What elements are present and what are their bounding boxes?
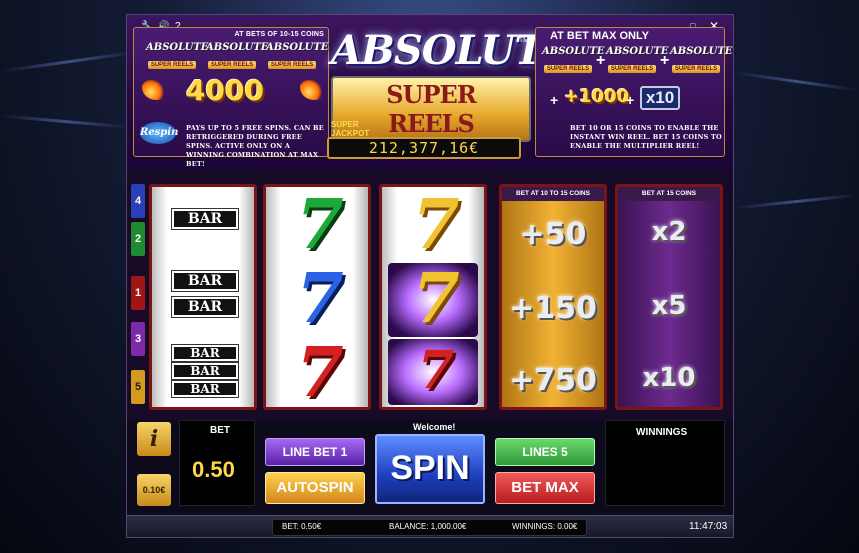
info-button[interactable]: i [137, 422, 171, 456]
free-spins-info-panel: AT BETS OF 10-15 COINS ABSOLUTE SUPER REE… [133, 27, 329, 168]
mini-logo: ABSOLUTE SUPER REELS [542, 46, 605, 73]
payline-tab[interactable]: 5 [131, 370, 145, 404]
reel-3: 7 7 7 [379, 184, 487, 410]
autospin-button[interactable]: AUTOSPIN [265, 472, 365, 504]
instant-win-value: +750 [509, 363, 597, 398]
bet-value: 0.50 [192, 457, 235, 482]
top-panel: 🔧 🔊 ? □ ✕ AT BETS OF 10-15 COINS ABSOLUT… [127, 15, 733, 170]
bar-symbol: BAR [171, 208, 239, 230]
bar-symbol: BAR [171, 296, 239, 318]
gold-seven-symbol: 7 [412, 259, 460, 339]
bar-symbol: BAR [171, 380, 239, 398]
mini-logo: ABSOLUTE SUPER REELS [206, 42, 269, 69]
game-window: 🔧 🔊 ? □ ✕ AT BETS OF 10-15 COINS ABSOLUT… [126, 14, 734, 538]
spin-button[interactable]: SPIN [375, 434, 485, 504]
gold-seven-symbol: 7 [412, 185, 460, 265]
mini-logo: ABSOLUTE SUPER REELS [266, 42, 329, 69]
reel-area: 4 2 1 3 5 BAR BAR BAR BAR BAR BAR 7 7 7 … [127, 170, 733, 420]
instant-win-value: +150 [509, 291, 597, 326]
instant-win-value: +50 [519, 217, 587, 252]
status-bet: BET: 0.50€ [282, 522, 322, 531]
jackpot-value: 212,377,16€ [327, 137, 521, 159]
status-bar: BET: 0.50€ BALANCE: 1,000.00€ WINNINGS: … [127, 515, 733, 537]
bet-label: BET [210, 425, 230, 436]
coin-value-button[interactable]: 0.10€ [137, 474, 171, 506]
payline-tab[interactable]: 4 [131, 184, 145, 218]
bar-symbol: BAR [171, 270, 239, 292]
mini-logo: ABSOLUTE SUPER REELS [146, 42, 209, 69]
free-spins-amount: 4000 [186, 74, 264, 107]
respin-logo: Respin [140, 122, 178, 144]
red-seven-symbol: 7 [296, 333, 344, 413]
jackpot-label: SUPER JACKPOT [331, 120, 370, 138]
status-winnings: WINNINGS: 0.00€ [512, 522, 578, 531]
bet-max-button[interactable]: BET MAX [495, 472, 595, 504]
plus-sign: + [596, 52, 606, 69]
payline-tab[interactable]: 1 [131, 276, 145, 310]
instant-win-reel: BET AT 10 TO 15 COINS +50 +150 +750 [499, 184, 607, 410]
green-seven-symbol: 7 [296, 185, 344, 265]
free-spins-description: PAYS UP TO 5 FREE SPINS. CAN BE RETRIGGE… [186, 124, 324, 168]
blue-seven-symbol: 7 [296, 259, 344, 339]
bar-symbol: BAR [171, 344, 239, 362]
winnings-label: WINNINGS [636, 427, 688, 438]
bet-display: BET 0.50 [179, 420, 255, 506]
multiplier-value: x10 [642, 363, 696, 393]
payline-tab[interactable]: 3 [131, 322, 145, 356]
status-balance: BALANCE: 1,000.00€ [389, 522, 467, 531]
line-bet-button[interactable]: LINE BET 1 [265, 438, 365, 466]
plus-sign: + [626, 92, 635, 108]
payline-tab[interactable]: 2 [131, 222, 145, 256]
winnings-display: WINNINGS [605, 420, 725, 506]
logo-title: ABSOLUTE [331, 27, 574, 74]
bet-max-description: BET 10 OR 15 COINS TO ENABLE THE INSTANT… [570, 124, 722, 150]
reel-1: BAR BAR BAR BAR BAR BAR [149, 184, 257, 410]
multiplier-badge: x10 [640, 86, 680, 110]
plus-sign: + [550, 92, 559, 108]
bar-symbol: BAR [171, 362, 239, 380]
trademark: TM [518, 37, 529, 44]
multiplier-header: BET AT 15 COINS [618, 187, 720, 201]
bet-max-info-panel: AT BET MAX ONLY ABSOLUTE SUPER REELS + AB… [535, 27, 733, 157]
flame-icon [300, 80, 322, 100]
plus-sign: + [660, 52, 670, 69]
panel-header: AT BET MAX ONLY [550, 30, 650, 42]
status-message: Welcome! [413, 422, 456, 432]
panel-header: AT BETS OF 10-15 COINS [234, 31, 324, 38]
bonus-amount: +1000 [564, 86, 630, 107]
lines-button[interactable]: LINES 5 [495, 438, 595, 466]
multiplier-value: x5 [651, 291, 687, 321]
flame-icon [142, 80, 164, 100]
control-panel: i 0.10€ BET 0.50 LINE BET 1 AUTOSPIN Wel… [127, 420, 733, 515]
mixed-seven-symbol: 7 [417, 340, 455, 401]
multiplier-reel: BET AT 15 COINS x2 x5 x10 [615, 184, 723, 410]
mini-logo: ABSOLUTE SUPER REELS [670, 46, 733, 73]
mini-logo: ABSOLUTE SUPER REELS [606, 46, 669, 73]
multiplier-value: x2 [651, 217, 687, 247]
reel-2: 7 7 7 [263, 184, 371, 410]
clock: 11:47:03 [689, 521, 728, 532]
instant-win-header: BET AT 10 TO 15 COINS [502, 187, 604, 201]
